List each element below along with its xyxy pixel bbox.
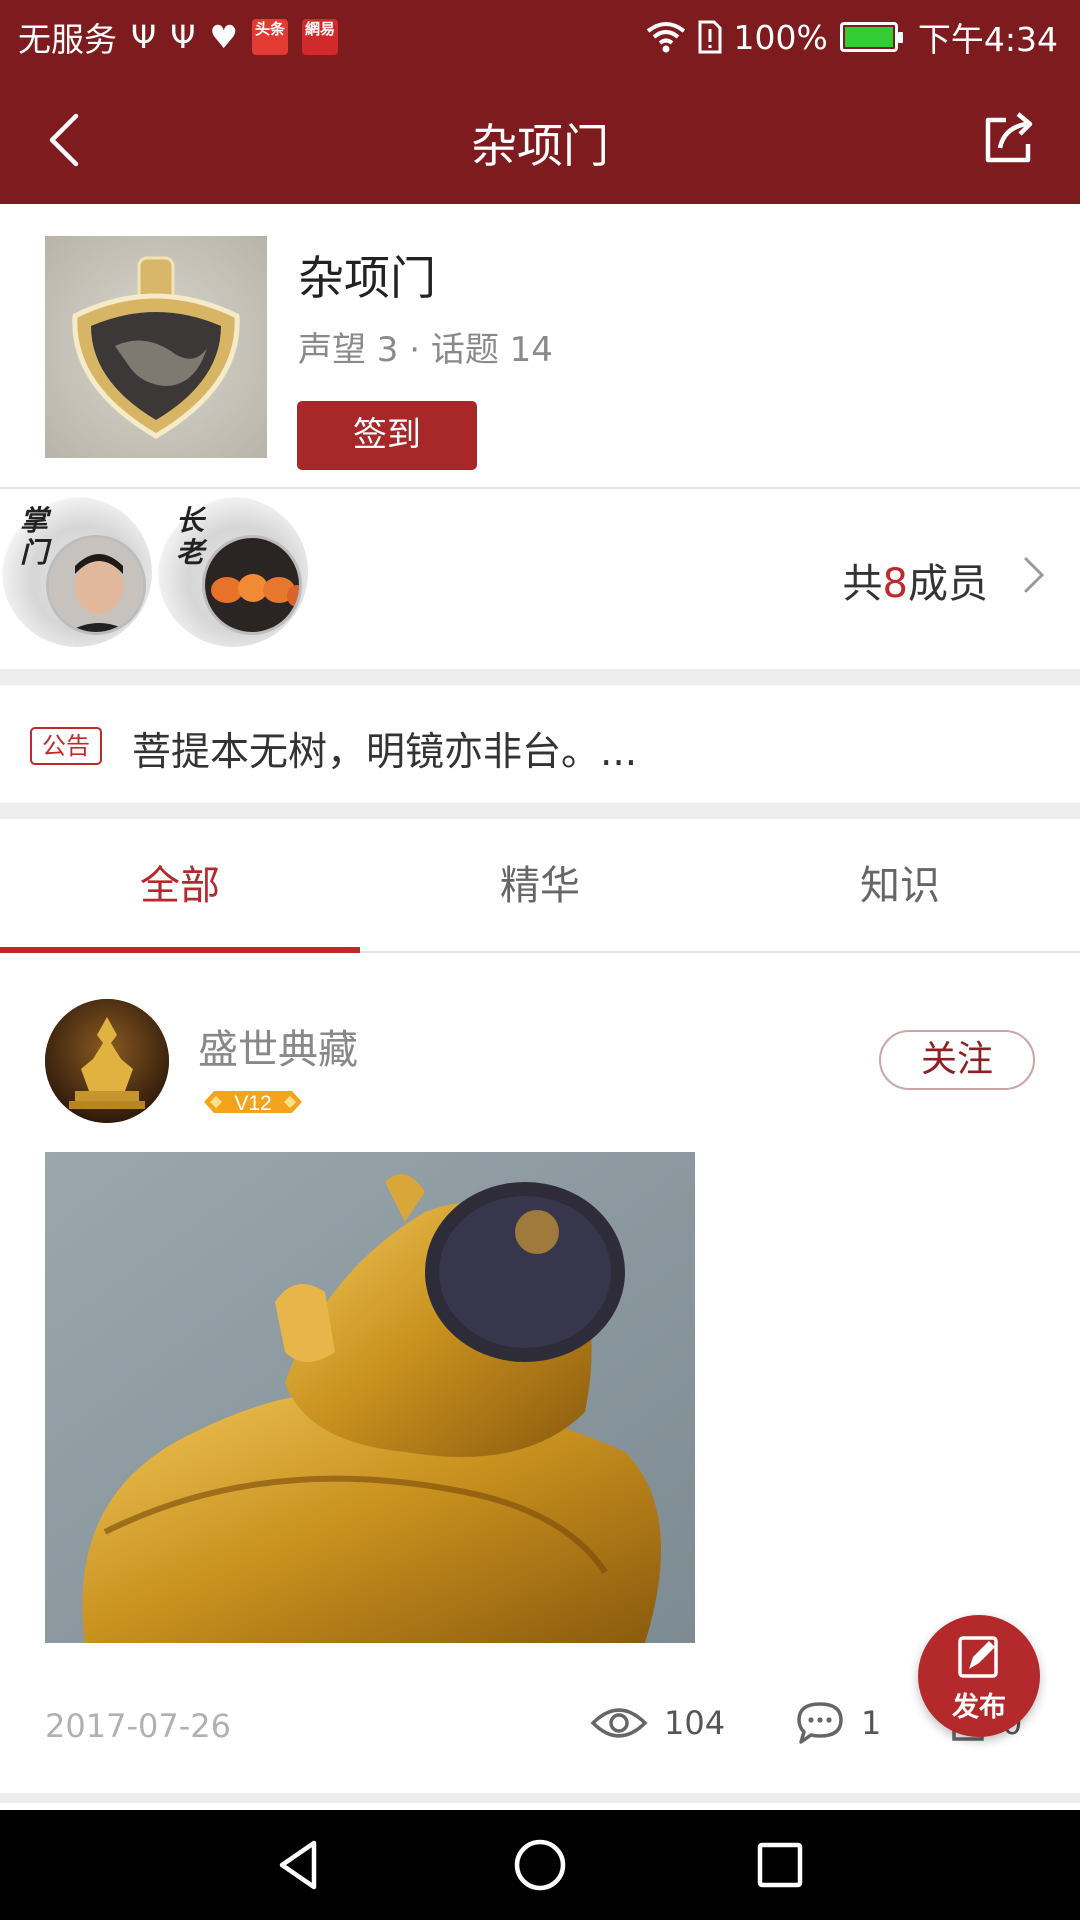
tab-knowledge[interactable]: 知识	[720, 819, 1080, 953]
tab-bar: 全部 精华 知识	[0, 819, 1080, 953]
page-title: 杂项门	[471, 119, 609, 173]
sign-in-button[interactable]: 签到	[297, 401, 477, 470]
group-info-card: 杂项门 声望 3 · 话题 14 签到	[0, 204, 1080, 489]
announcement-bar[interactable]: 公告 菩提本无树，明镜亦非台。...	[0, 685, 1080, 803]
master-tag: 掌门	[20, 504, 49, 569]
battery-icon	[839, 22, 903, 52]
views-stat: 104	[590, 1693, 725, 1753]
health-icon: ♥	[209, 18, 239, 56]
member-count-number: 8	[882, 561, 908, 607]
chevron-right-icon	[1024, 557, 1045, 593]
home-circle-icon[interactable]	[510, 1835, 570, 1895]
group-stats: 声望 3 · 话题 14	[298, 330, 553, 370]
netease-notification-icon: 網易	[302, 19, 339, 55]
post-date: 2017-07-26	[45, 1707, 231, 1745]
eye-icon	[590, 1708, 648, 1738]
author-name[interactable]: 盛世典藏	[198, 1017, 358, 1075]
vip-level-badge: V12	[204, 1091, 302, 1115]
members-row[interactable]: 掌门 长老 共8成员	[0, 489, 1080, 669]
comments-stat[interactable]: 1	[795, 1693, 881, 1753]
section-divider	[0, 1793, 1080, 1803]
active-tab-indicator	[0, 947, 360, 953]
comments-count: 1	[861, 1704, 882, 1742]
author-avatar[interactable]	[45, 999, 169, 1123]
section-divider	[0, 803, 1080, 819]
tab-all[interactable]: 全部	[0, 819, 360, 953]
usb-icon: Ψ	[131, 18, 157, 56]
toutiao-notification-icon: 头条	[252, 19, 289, 55]
post-card[interactable]: 盛世典藏 V12 关注 2017-07-26 104 1	[0, 955, 1080, 1785]
publish-label: 发布	[952, 1692, 1006, 1723]
wifi-icon	[646, 22, 685, 53]
views-count: 104	[664, 1704, 726, 1742]
announcement-tag: 公告	[30, 727, 102, 765]
group-name: 杂项门	[298, 251, 436, 305]
carrier-text: 无服务	[18, 20, 117, 59]
member-count[interactable]: 共8成员	[843, 551, 988, 609]
master-avatar[interactable]: 掌门	[2, 497, 152, 647]
elder-avatar[interactable]: 长老	[158, 497, 308, 647]
app-header: 杂项门	[0, 74, 1080, 204]
comment-icon	[797, 1702, 843, 1744]
vip-level-text: V12	[234, 1092, 271, 1115]
avatar	[202, 535, 302, 635]
sim-alert-icon	[698, 20, 722, 54]
battery-percent: 100%	[733, 17, 828, 57]
announcement-text: 菩提本无树，明镜亦非台。...	[132, 730, 638, 775]
system-navigation-bar	[0, 1810, 1080, 1920]
post-image[interactable]	[45, 1152, 695, 1643]
back-triangle-icon[interactable]	[270, 1835, 330, 1895]
usb-debug-icon: Ψ	[170, 18, 196, 56]
share-icon[interactable]	[980, 108, 1040, 168]
section-divider	[0, 669, 1080, 685]
follow-button[interactable]: 关注	[879, 1030, 1035, 1090]
clock: 下午4:34	[917, 20, 1058, 59]
publish-button[interactable]: 发布	[918, 1615, 1040, 1737]
status-bar: 无服务 Ψ Ψ ♥ 头条 網易 100% 下午4:34	[0, 0, 1080, 74]
group-thumbnail	[45, 236, 267, 458]
recents-square-icon[interactable]	[750, 1835, 810, 1895]
elder-tag: 长老	[176, 504, 205, 569]
pen-icon	[958, 1636, 998, 1678]
tab-featured[interactable]: 精华	[360, 819, 720, 953]
avatar	[46, 535, 146, 635]
